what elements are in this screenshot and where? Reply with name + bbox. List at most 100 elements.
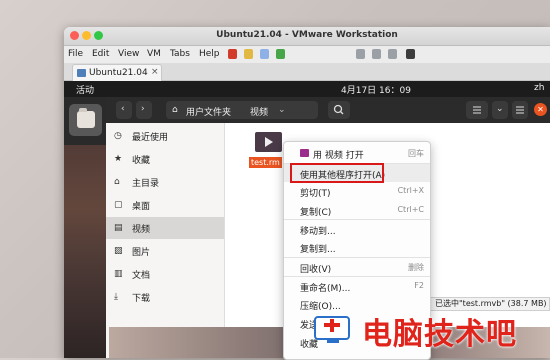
vm-icon	[77, 69, 86, 77]
menu-file[interactable]: File	[68, 49, 83, 59]
menu-item-shortcut: F2	[414, 281, 424, 290]
chevron-down-icon[interactable]: ⌄	[278, 105, 286, 115]
window-titlebar: Ubuntu21.04 - VMware Workstation	[64, 27, 550, 46]
menu-vm[interactable]: VM	[147, 49, 161, 59]
file-name-label[interactable]: test.rm	[249, 157, 282, 168]
watermark-text: 电脑技术吧	[362, 317, 517, 352]
sidebar-item-pictures[interactable]: ▨ 图片	[106, 240, 224, 262]
watermark-logo-icon	[314, 316, 350, 343]
chevron-down-icon: ⌄	[496, 104, 504, 114]
send-keys-icon[interactable]	[260, 49, 269, 59]
hamburger-icon	[516, 106, 524, 114]
menu-move-to[interactable]: 移动到...	[284, 220, 430, 238]
back-button[interactable]: ‹	[116, 101, 132, 119]
download-icon: ⤓	[114, 292, 118, 302]
menu-view[interactable]: View	[118, 49, 139, 59]
sidebar-item-label: 主目录	[132, 179, 160, 189]
menu-open-with-videos[interactable]: 用 视频 打开 回车	[284, 144, 430, 162]
star-icon: ★	[114, 154, 123, 164]
menu-item-shortcut: Ctrl+X	[397, 186, 424, 195]
video-app-icon	[300, 149, 309, 157]
video-icon: ▤	[114, 223, 123, 233]
desktop-icon: ▢	[114, 200, 123, 210]
path-bar: ⌂ 用户文件夹 视频 ⌄	[166, 101, 318, 119]
path-videos[interactable]: 视频	[250, 105, 268, 118]
sidebar-item-recent[interactable]: ◷ 最近使用	[106, 125, 224, 147]
menu-item-shortcut: 删除	[408, 263, 424, 272]
menu-copy[interactable]: 复制(C) Ctrl+C	[284, 201, 430, 219]
unity-icon[interactable]	[406, 49, 415, 59]
sidebar-item-label: 图片	[132, 248, 151, 258]
input-method[interactable]: zh	[534, 83, 544, 93]
sidebar-item-videos[interactable]: ▤ 视频	[106, 217, 224, 239]
sidebar-item-documents[interactable]: ▥ 文档	[106, 263, 224, 285]
snapshot-icon[interactable]	[276, 49, 285, 59]
desktop-wallpaper	[64, 145, 106, 358]
document-icon: ▥	[114, 269, 123, 279]
forward-button[interactable]: ›	[136, 101, 152, 119]
menu-button[interactable]	[512, 101, 528, 119]
chevron-right-icon: ›	[141, 104, 145, 114]
search-icon	[333, 104, 344, 115]
menu-item-label: 复制(C)	[300, 208, 332, 218]
gnome-topbar: 活动 4月17日 16：09 zh	[64, 81, 550, 97]
menu-edit[interactable]: Edit	[92, 49, 109, 59]
quick-switch-icon[interactable]	[372, 49, 381, 59]
menu-item-label: 压缩(O)...	[300, 302, 341, 312]
close-tab-icon[interactable]: ×	[151, 67, 159, 77]
activities-button[interactable]: 活动	[76, 83, 94, 96]
suspend-icon[interactable]	[244, 49, 253, 59]
menu-copy-to[interactable]: 复制到...	[284, 238, 430, 256]
sidebar-item-label: 桌面	[132, 202, 151, 212]
menu-item-label: 回收(V)	[300, 265, 332, 275]
clock-icon: ◷	[114, 131, 122, 141]
dock	[64, 97, 106, 358]
menubar: File Edit View VM Tabs Help	[64, 46, 550, 63]
sidebar-item-home[interactable]: ⌂ 主目录	[106, 171, 224, 193]
clock[interactable]: 4月17日 16：09	[341, 83, 411, 96]
files-headerbar: ‹ › ⌂ 用户文件夹 视频 ⌄ ⌄ ✕	[106, 97, 550, 123]
sidebar-item-starred[interactable]: ★ 收藏	[106, 148, 224, 170]
menu-item-label: 重命名(M)...	[300, 284, 351, 294]
menu-item-shortcut: 回车	[408, 149, 424, 158]
menu-tabs[interactable]: Tabs	[170, 49, 190, 59]
places-sidebar: ◷ 最近使用 ★ 收藏 ⌂ 主目录 ▢ 桌面 ▤ 视频 ▨ 图片 ▥ 文档 ⤓ 下载	[106, 123, 225, 358]
vm-tab-label: Ubuntu21.04	[89, 68, 148, 78]
chevron-left-icon: ‹	[121, 104, 125, 114]
menu-item-label: 剪切(T)	[300, 189, 331, 199]
menu-help[interactable]: Help	[199, 49, 220, 59]
sidebar-item-label: 视频	[132, 225, 151, 235]
sidebar-item-downloads[interactable]: ⤓ 下载	[106, 286, 224, 308]
menu-cut[interactable]: 剪切(T) Ctrl+X	[284, 182, 430, 200]
sidebar-item-label: 收藏	[132, 156, 151, 166]
menu-rename[interactable]: 重命名(M)... F2	[284, 277, 430, 295]
power-off-icon[interactable]	[228, 49, 237, 59]
video-file-icon[interactable]	[255, 132, 282, 152]
menu-item-label: 复制到...	[300, 245, 336, 255]
vm-tabbar: Ubuntu21.04 ×	[64, 63, 550, 81]
red-highlight-box	[290, 163, 384, 183]
path-home[interactable]: 用户文件夹	[186, 105, 231, 118]
menu-item-label: 移动到...	[300, 227, 336, 237]
menu-trash[interactable]: 回收(V) 删除	[284, 258, 430, 276]
sidebar-item-label: 下载	[132, 294, 151, 304]
sidebar-item-desktop[interactable]: ▢ 桌面	[106, 194, 224, 216]
view-toggle-button[interactable]	[466, 101, 488, 119]
folder-icon	[77, 108, 95, 128]
home-icon: ⌂	[114, 177, 120, 187]
fullscreen-icon[interactable]	[388, 49, 397, 59]
close-icon[interactable]: ✕	[534, 103, 547, 116]
window-title: Ubuntu21.04 - VMware Workstation	[216, 30, 398, 40]
view-options-button[interactable]: ⌄	[492, 101, 508, 119]
home-icon: ⌂	[172, 105, 178, 115]
dock-files-app[interactable]	[69, 104, 102, 136]
sidebar-item-label: 文档	[132, 271, 151, 281]
search-button[interactable]	[328, 101, 350, 119]
picture-icon: ▨	[114, 246, 123, 256]
vm-tab[interactable]: Ubuntu21.04 ×	[72, 64, 162, 81]
view-console-icon[interactable]	[356, 49, 365, 59]
menu-item-shortcut: Ctrl+C	[397, 205, 424, 214]
sidebar-item-label: 最近使用	[132, 133, 169, 143]
menu-item-label: 用 视频 打开	[313, 151, 364, 161]
list-view-icon	[473, 106, 481, 114]
